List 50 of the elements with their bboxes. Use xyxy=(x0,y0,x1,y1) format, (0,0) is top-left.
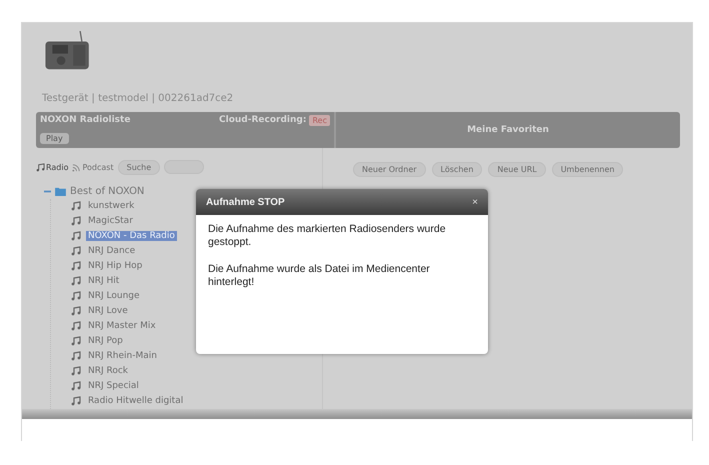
station-item[interactable]: MagicStar xyxy=(86,216,135,226)
music-note-icon xyxy=(71,201,81,212)
music-note-icon xyxy=(71,381,81,392)
station-item[interactable]: Radio Hitwelle digital xyxy=(86,396,186,406)
source-tab[interactable]: Podcast xyxy=(72,162,114,172)
music-note-icon xyxy=(71,336,81,346)
station-item[interactable]: NRJ Lounge xyxy=(86,291,142,302)
play-button[interactable]: Play xyxy=(40,132,69,144)
search-button[interactable]: Suche xyxy=(118,160,160,175)
favorites-button[interactable]: Neuer Ordner xyxy=(353,162,426,177)
station-item[interactable]: NRJ Love xyxy=(86,306,130,316)
feed-icon xyxy=(72,162,82,172)
station-item[interactable]: NRJ Rock xyxy=(86,366,130,376)
music-note-icon xyxy=(71,291,81,302)
favorites-button[interactable]: Umbenennen xyxy=(552,162,624,177)
close-button[interactable]: × xyxy=(472,196,478,208)
device-info: Testgerät | testmodel | 002261ad7ce2 xyxy=(42,93,234,104)
music-note-icon xyxy=(71,306,81,316)
radio-list-title: NOXON Radioliste xyxy=(40,115,130,126)
station-item[interactable]: NOXON - Das Radio xyxy=(86,231,177,242)
music-note-icon xyxy=(36,162,45,172)
favorites-button[interactable]: Neue URL xyxy=(488,162,546,177)
station-item[interactable]: NRJ Pop xyxy=(86,336,125,346)
folder-icon xyxy=(55,187,66,196)
folder-label[interactable]: Best of NOXON xyxy=(70,186,144,198)
music-note-icon xyxy=(71,276,81,286)
rec-button[interactable]: Rec xyxy=(309,114,330,126)
cloud-recording-label: Cloud-Recording: xyxy=(219,115,306,126)
music-note-icon xyxy=(71,396,81,406)
station-item[interactable]: NRJ Rhein-Main xyxy=(86,351,159,362)
music-note-icon xyxy=(71,366,81,376)
music-note-icon xyxy=(71,351,81,362)
favorites-title: Meine Favoriten xyxy=(467,124,549,135)
music-note-icon xyxy=(71,231,81,242)
station-item[interactable]: NRJ Dance xyxy=(86,246,138,256)
station-item[interactable]: NRJ Master Mix xyxy=(86,321,158,332)
station-item[interactable]: NRJ Hit xyxy=(86,276,122,286)
favorites-button[interactable]: Löschen xyxy=(432,162,482,177)
music-note-icon xyxy=(71,261,81,272)
station-item[interactable]: NRJ Hip Hop xyxy=(86,261,144,272)
dialog-title: Aufnahme STOP xyxy=(206,196,285,208)
station-item[interactable]: NRJ Special xyxy=(86,381,141,392)
dialog-message: Die Aufnahme des markierten Radiosenders wurde gestoppt. xyxy=(208,223,447,249)
music-note-icon xyxy=(71,246,81,256)
dialog-message: Die Aufnahme wurde als Datei im Mediencenter hinterlegt! xyxy=(208,263,431,289)
collapse-icon[interactable] xyxy=(44,188,51,196)
source-tab[interactable]: Radio xyxy=(36,162,68,172)
station-item[interactable]: kunstwerk xyxy=(86,201,136,212)
music-note-icon xyxy=(71,321,81,332)
music-note-icon xyxy=(71,216,81,226)
